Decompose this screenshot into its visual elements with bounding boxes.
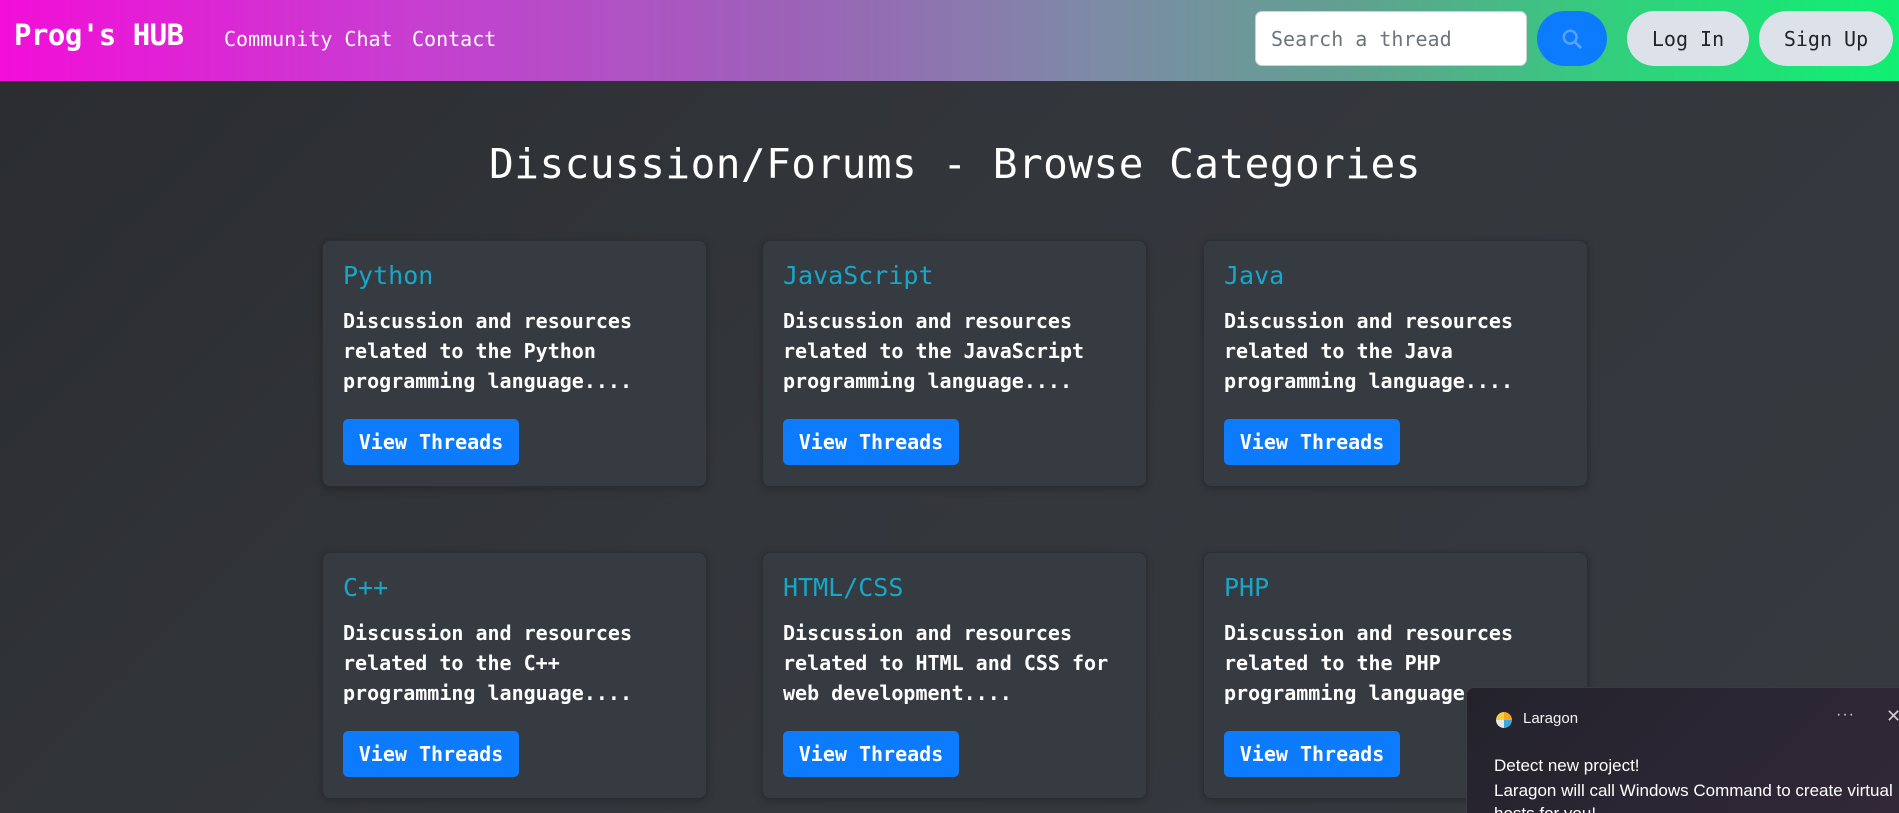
- signup-button[interactable]: Sign Up: [1759, 11, 1893, 66]
- close-icon[interactable]: ✕: [1886, 706, 1899, 727]
- view-threads-button[interactable]: View Threads: [1224, 419, 1400, 465]
- view-threads-button[interactable]: View Threads: [783, 731, 959, 777]
- card-description: Discussion and resources related to the …: [783, 309, 1085, 393]
- brand-logo[interactable]: Prog's HUB: [14, 18, 184, 52]
- toast-body: Laragon will call Windows Command to cre…: [1494, 781, 1893, 813]
- card-description: Discussion and resources related to the …: [343, 621, 632, 705]
- laragon-notification[interactable]: Laragon ··· ✕ Detect new project! Larago…: [1466, 687, 1899, 813]
- category-card-javascript: JavaScript Discussion and resources rela…: [762, 240, 1147, 487]
- card-title[interactable]: HTML/CSS: [783, 573, 903, 602]
- search-input[interactable]: [1255, 11, 1527, 66]
- view-threads-button[interactable]: View Threads: [1224, 731, 1400, 777]
- card-title[interactable]: Python: [343, 261, 433, 290]
- card-description: Discussion and resources related to the …: [1224, 309, 1513, 393]
- card-title[interactable]: JavaScript: [783, 261, 934, 290]
- view-threads-button[interactable]: View Threads: [783, 419, 959, 465]
- card-title[interactable]: Java: [1224, 261, 1284, 290]
- login-button[interactable]: Log In: [1627, 11, 1749, 66]
- more-icon[interactable]: ···: [1836, 706, 1855, 724]
- view-threads-button[interactable]: View Threads: [343, 731, 519, 777]
- view-threads-button[interactable]: View Threads: [343, 419, 519, 465]
- card-description: Discussion and resources related to the …: [343, 309, 632, 393]
- category-card-html-css: HTML/CSS Discussion and resources relate…: [762, 552, 1147, 799]
- toast-title: Detect new project!: [1494, 756, 1640, 775]
- category-card-cpp: C++ Discussion and resources related to …: [322, 552, 707, 799]
- card-title[interactable]: PHP: [1224, 573, 1269, 602]
- category-card-java: Java Discussion and resources related to…: [1203, 240, 1588, 487]
- laragon-logo-icon: [1496, 712, 1512, 728]
- card-description: Discussion and resources related to HTML…: [783, 621, 1109, 705]
- navbar: Prog's HUB Community Chat Contact Log In…: [0, 0, 1899, 81]
- search-icon: [1562, 29, 1582, 49]
- search-button[interactable]: [1537, 11, 1607, 66]
- nav-link-community-chat[interactable]: Community Chat: [224, 27, 393, 51]
- category-card-python: Python Discussion and resources related …: [322, 240, 707, 487]
- toast-app-name: Laragon: [1523, 710, 1579, 727]
- nav-link-contact[interactable]: Contact: [412, 27, 496, 51]
- page-title: Discussion/Forums - Browse Categories: [489, 140, 1421, 188]
- card-title[interactable]: C++: [343, 573, 388, 602]
